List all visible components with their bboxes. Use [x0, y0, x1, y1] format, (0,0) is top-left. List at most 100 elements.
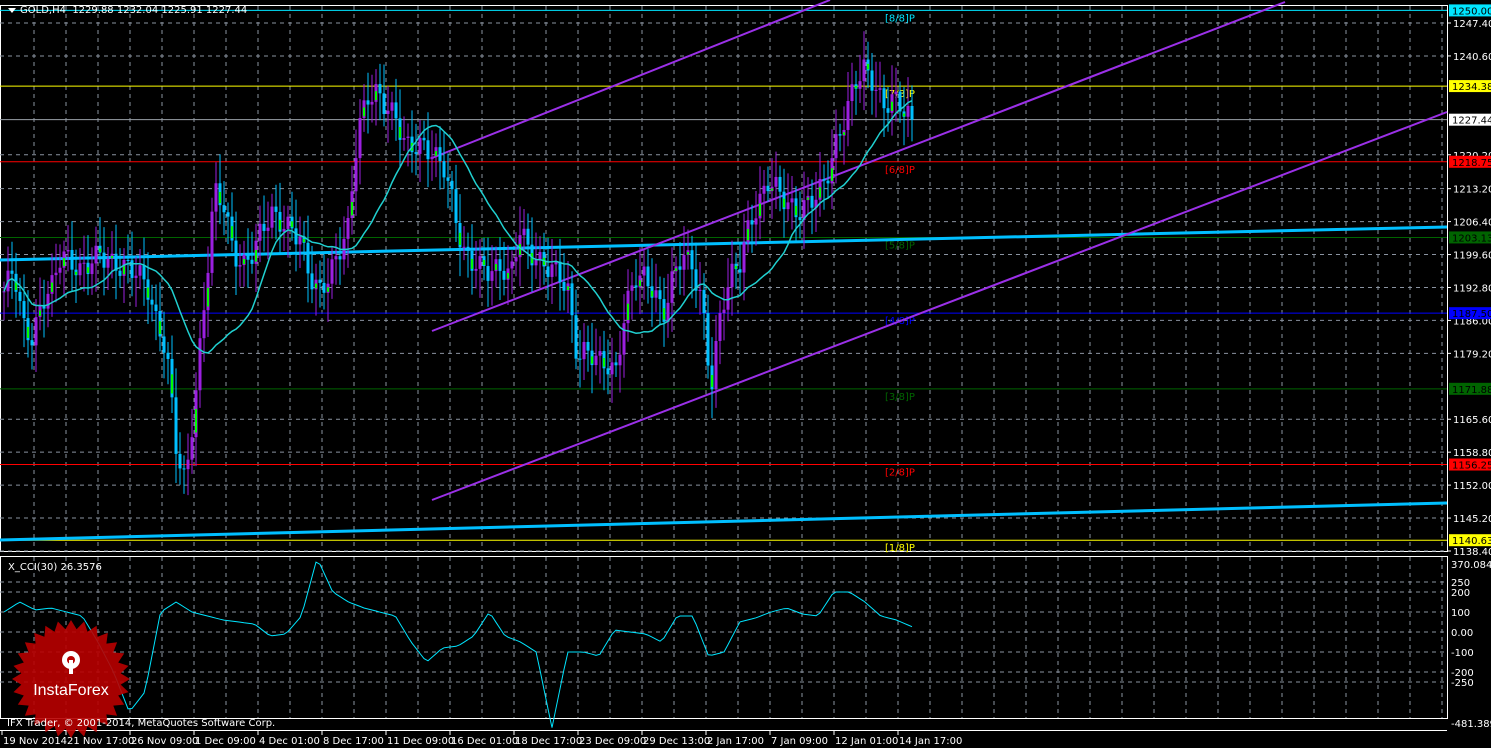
cci-indicator-title: X_CCI(30) 26.3576 — [8, 562, 102, 573]
price-tick-label: 1206.40 — [1453, 218, 1491, 229]
candle-body — [910, 105, 914, 120]
last-price-value: 1227.44 — [1452, 116, 1491, 127]
candle-accent — [459, 232, 461, 245]
candle-body — [642, 266, 646, 276]
candle-body — [2, 291, 6, 293]
candle-body — [330, 259, 334, 284]
murrey-level-label: [5/8]P — [885, 240, 915, 251]
candle-accent — [735, 265, 737, 269]
candle-body — [406, 136, 410, 138]
candle-body — [510, 261, 514, 269]
time-tick-label: 16 Dec 01:00 — [451, 736, 518, 747]
candle-body — [154, 304, 158, 312]
candle-body — [294, 228, 298, 245]
candle-body — [442, 161, 446, 178]
candle-body — [586, 341, 590, 351]
cci-tick-label: -250 — [1451, 678, 1474, 689]
candle-body — [778, 176, 782, 192]
price-tick-label: 1199.60 — [1453, 251, 1491, 262]
price-tick-label: 1240.60 — [1453, 52, 1491, 63]
candle-accent — [843, 132, 845, 136]
candle-body — [178, 453, 182, 469]
price-level-value: 1203.13 — [1452, 233, 1491, 244]
candle-body — [130, 260, 134, 278]
price-tick-label: 1192.80 — [1453, 283, 1491, 294]
candle-accent — [639, 280, 641, 287]
candle-body — [210, 211, 214, 273]
candle-body — [270, 206, 274, 228]
candle-body — [706, 313, 710, 366]
channel-line — [431, 111, 1448, 501]
candle-accent — [711, 375, 713, 387]
candle-body — [174, 397, 178, 454]
candle-body — [58, 267, 62, 273]
candle-body — [454, 189, 458, 224]
candle-body — [378, 84, 382, 94]
candle-accent — [759, 203, 761, 216]
time-tick-label: 12 Jan 01:00 — [835, 736, 898, 747]
candle-accent — [795, 205, 797, 216]
candle-body — [450, 180, 454, 190]
candle-body — [462, 246, 466, 248]
candle-body — [762, 185, 766, 194]
candle-body — [94, 245, 98, 264]
candle-body — [82, 262, 86, 264]
candle-body — [166, 352, 170, 359]
candle-accent — [327, 287, 329, 292]
candle-body — [766, 185, 770, 192]
candle-body — [366, 100, 370, 105]
candle-body — [266, 227, 270, 231]
cci-tick-label: 100 — [1451, 608, 1470, 619]
price-tick-label: 1145.20 — [1453, 514, 1491, 525]
candle-body — [546, 266, 550, 277]
candle-body — [394, 102, 398, 119]
price-tick-label: 1158.80 — [1453, 448, 1491, 459]
candle-body — [718, 313, 722, 341]
time-tick-label: 2 Jan 17:00 — [707, 736, 764, 747]
candle-body — [474, 268, 478, 271]
cci-tick-label: -100 — [1451, 648, 1474, 659]
candle-body — [138, 265, 142, 276]
candle-body — [386, 110, 390, 114]
candle-accent — [603, 357, 605, 367]
candle-body — [618, 354, 622, 366]
cci-tick-label: 0.00 — [1451, 628, 1473, 639]
candle-body — [18, 291, 22, 302]
cci-tick-label: 200 — [1451, 588, 1470, 599]
candle-body — [70, 249, 74, 270]
candle-body — [414, 152, 418, 154]
candle-body — [78, 263, 82, 276]
candle-body — [622, 323, 626, 355]
candle-body — [418, 137, 422, 154]
candle-accent — [375, 91, 377, 101]
candle-accent — [903, 113, 905, 117]
candle-accent — [51, 282, 53, 292]
candle-body — [490, 271, 494, 281]
candle-body — [894, 91, 898, 95]
candle-body — [610, 362, 614, 375]
candle-body — [246, 254, 250, 260]
time-tick-label: 14 Jan 17:00 — [899, 736, 962, 747]
candle-accent — [171, 374, 173, 394]
time-tick-label: 8 Dec 17:00 — [323, 736, 384, 747]
price-chart[interactable]: 1247.401240.601220.201213.201206.401199.… — [0, 0, 1491, 748]
candle-accent — [219, 192, 221, 203]
candle-accent — [567, 286, 569, 291]
candle-accent — [279, 219, 281, 230]
candle-body — [822, 179, 826, 181]
cci-line — [3, 561, 913, 728]
candle-accent — [207, 287, 209, 307]
candle-body — [614, 362, 618, 366]
candle-body — [318, 279, 322, 283]
cci-tick-label: 370.084 — [1451, 560, 1491, 571]
candle-body — [486, 266, 490, 281]
price-level-value: 1250.00 — [1452, 6, 1491, 17]
candle-body — [790, 198, 794, 203]
candle-accent — [675, 268, 677, 271]
candle-body — [298, 236, 302, 245]
candle-body — [826, 180, 830, 184]
candle-body — [438, 147, 442, 162]
time-tick-label: 23 Dec 09:00 — [579, 736, 646, 747]
dropdown-triangle-icon[interactable] — [8, 7, 16, 13]
candle-body — [742, 242, 746, 273]
